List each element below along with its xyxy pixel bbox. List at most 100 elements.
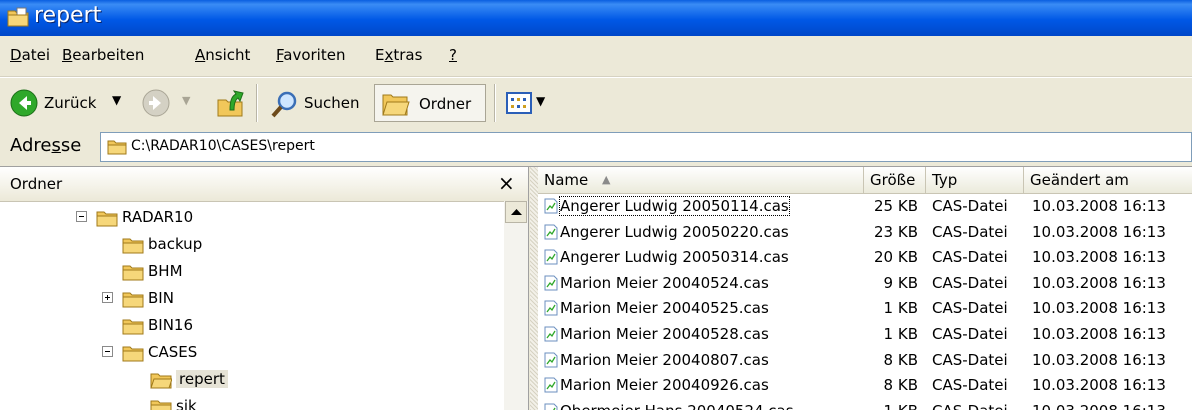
cas-file-icon — [544, 249, 558, 265]
menu-favorites[interactable]: Favoriten — [276, 46, 345, 64]
table-row[interactable]: Angerer Ludwig 20050114.cas 25 KB CAS-Date… — [538, 194, 1192, 219]
address-input[interactable]: C:\RADAR10\CASES\repert — [100, 132, 1192, 162]
column-modified[interactable]: Geändert am — [1024, 167, 1192, 193]
column-type[interactable]: Typ — [926, 167, 1024, 193]
title-bar[interactable]: repert — [0, 0, 1192, 36]
file-name: Marion Meier 20040807.cas — [560, 350, 769, 369]
up-folder-button[interactable] — [212, 84, 248, 122]
menu-bar: Datei Bearbeiten Ansicht Favoriten Extra… — [0, 36, 1192, 77]
folder-icon — [122, 265, 144, 281]
menu-extras[interactable]: Extras — [375, 46, 422, 64]
back-button[interactable]: Zurück ▼ — [8, 84, 138, 122]
views-dropdown-icon[interactable]: ▼ — [536, 94, 545, 108]
file-size: 8 KB — [883, 376, 918, 395]
folder-tree: RADAR10 backup BHM BIN BIN16 CASES reper… — [0, 201, 504, 410]
file-modified: 10.03.2008 16:13 — [1032, 222, 1166, 241]
table-row[interactable]: Marion Meier 20040926.cas 8 KB CAS-Datei 10… — [538, 373, 1192, 398]
menu-view[interactable]: Ansicht — [195, 46, 250, 64]
expand-icon[interactable] — [102, 292, 113, 303]
folder-icon — [107, 140, 127, 155]
search-icon — [271, 91, 297, 118]
address-bar: Adresse C:\RADAR10\CASES\repert — [0, 128, 1192, 167]
close-icon[interactable]: × — [498, 171, 515, 195]
column-size[interactable]: Größe — [864, 167, 926, 193]
file-size: 23 KB — [874, 222, 918, 241]
file-name: Marion Meier 20040525.cas — [560, 299, 769, 318]
tree-item-radar10[interactable]: RADAR10 — [0, 205, 504, 231]
table-row[interactable]: Obermeier Hans 20040524.cas 1 KB CAS-Datei… — [538, 399, 1192, 410]
file-name: Marion Meier 20040926.cas — [560, 376, 769, 395]
menu-help[interactable]: ? — [449, 46, 457, 64]
file-type: CAS-Datei — [932, 197, 1008, 215]
menu-edit[interactable]: Bearbeiten — [62, 46, 144, 64]
file-modified: 10.03.2008 16:13 — [1032, 273, 1166, 292]
views-icon — [506, 92, 532, 114]
views-button[interactable]: ▼ — [502, 84, 552, 122]
table-row[interactable]: Marion Meier 20040524.cas 9 KB CAS-Datei 10… — [538, 271, 1192, 296]
file-size: 1 KB — [883, 299, 918, 318]
collapse-icon[interactable] — [76, 211, 87, 222]
folder-icon — [122, 346, 144, 362]
folders-button[interactable]: Ordner — [374, 84, 486, 122]
tree-item-bhm[interactable]: BHM — [0, 259, 504, 285]
forward-dropdown-icon[interactable]: ▼ — [182, 94, 190, 107]
forward-button[interactable]: ▼ — [140, 84, 202, 122]
address-path: C:\RADAR10\CASES\repert — [131, 138, 315, 154]
cas-file-icon — [544, 224, 558, 240]
folders-icon — [382, 94, 410, 116]
column-name[interactable]: Name ▲ — [538, 167, 864, 193]
file-type: CAS-Datei — [932, 222, 1008, 241]
scroll-up-button[interactable] — [505, 201, 527, 223]
up-folder-icon — [217, 90, 244, 117]
tree-item-repert[interactable]: repert — [0, 367, 504, 393]
menu-file[interactable]: Datei — [10, 46, 50, 64]
file-size: 20 KB — [874, 248, 918, 267]
folder-pane-header: Ordner × — [0, 167, 528, 202]
tree-item-bin16[interactable]: BIN16 — [0, 313, 504, 339]
explorer-window: repert Datei Bearbeiten Ansicht Favorite… — [0, 0, 1192, 410]
file-modified: 10.03.2008 16:13 — [1032, 350, 1166, 369]
table-row[interactable]: Marion Meier 20040807.cas 8 KB CAS-Datei 10… — [538, 348, 1192, 373]
file-type: CAS-Datei — [932, 248, 1008, 267]
file-modified: 10.03.2008 16:13 — [1032, 248, 1166, 267]
search-button[interactable]: Suchen — [266, 84, 370, 122]
file-modified: 10.03.2008 16:13 — [1032, 325, 1166, 343]
cas-file-icon — [544, 352, 558, 368]
folder-icon — [122, 319, 144, 335]
folder-icon — [122, 238, 144, 254]
table-row[interactable]: Marion Meier 20040528.cas 1 KB CAS-Datei 10… — [538, 322, 1192, 347]
collapse-icon[interactable] — [102, 346, 113, 357]
cas-file-icon — [544, 198, 558, 214]
tree-item-backup[interactable]: backup — [0, 232, 504, 258]
tree-item-sik[interactable]: sik — [0, 394, 504, 410]
window-title: repert — [34, 3, 102, 28]
tree-item-bin[interactable]: BIN — [0, 286, 504, 312]
folder-app-icon — [7, 7, 29, 27]
table-row[interactable]: Angerer Ludwig 20050220.cas 23 KB CAS-Date… — [538, 220, 1192, 245]
file-name: Angerer Ludwig 20050220.cas — [560, 222, 789, 241]
pane-splitter[interactable] — [530, 167, 538, 410]
file-name: Marion Meier 20040528.cas — [560, 325, 769, 343]
table-row[interactable]: Marion Meier 20040525.cas 1 KB CAS-Datei 10… — [538, 296, 1192, 321]
tree-item-cases[interactable]: CASES — [0, 340, 504, 366]
file-size: 8 KB — [883, 350, 918, 369]
column-header: Name ▲ Größe Typ Geändert am — [538, 167, 1192, 194]
table-row[interactable]: Angerer Ludwig 20050314.cas 20 KB CAS-Date… — [538, 245, 1192, 270]
file-modified: 10.03.2008 16:13 — [1032, 376, 1166, 395]
file-size: 9 KB — [883, 273, 918, 292]
folder-icon — [150, 400, 172, 410]
cas-file-icon — [544, 377, 558, 393]
forward-arrow-icon — [142, 89, 170, 117]
cas-file-icon — [544, 326, 558, 342]
file-modified: 10.03.2008 16:13 — [1032, 197, 1166, 215]
folder-pane-title: Ordner — [10, 175, 63, 193]
toolbar: Zurück ▼ ▼ Suchen Ordner ▼ — [0, 77, 1192, 129]
file-type: CAS-Datei — [932, 299, 1008, 318]
folder-icon — [96, 211, 118, 227]
tree-scrollbar[interactable] — [504, 201, 528, 410]
open-folder-icon — [150, 373, 172, 389]
file-modified: 10.03.2008 16:13 — [1032, 299, 1166, 318]
file-type: CAS-Datei — [932, 376, 1008, 395]
back-dropdown-icon[interactable]: ▼ — [112, 93, 121, 107]
folder-tree-pane: Ordner × RADAR10 backup BHM BIN BIN16 CA… — [0, 167, 529, 410]
